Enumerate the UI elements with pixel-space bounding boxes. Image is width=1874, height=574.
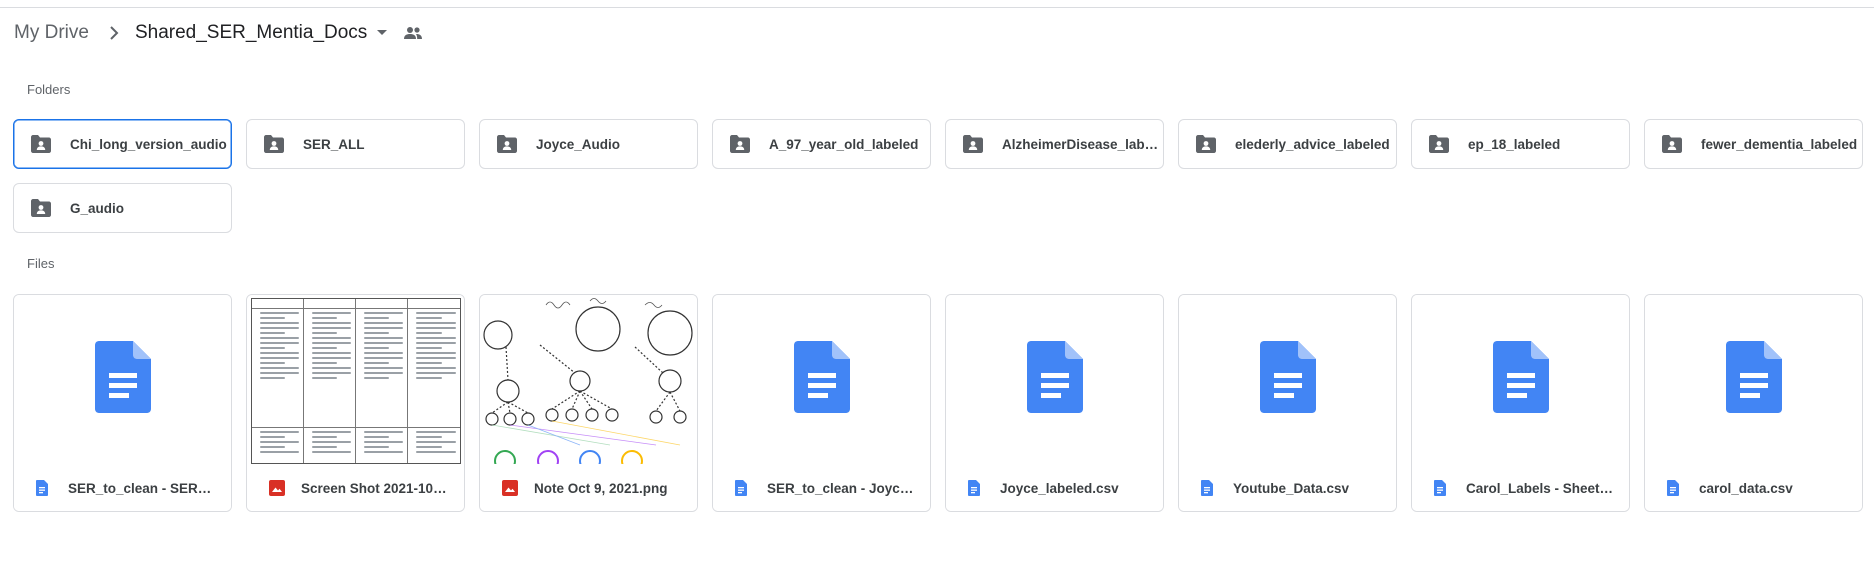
file-footer: Note Oct 9, 2021.png: [480, 464, 697, 511]
file-tile[interactable]: carol_data.csv: [1644, 294, 1863, 512]
google-docs-icon: [1201, 480, 1217, 496]
file-tile[interactable]: Screen Shot 2021-10-09.png: [246, 294, 465, 512]
folder-tile[interactable]: elederly_advice_labeled: [1178, 119, 1397, 169]
folder-tile[interactable]: ep_18_labeled: [1411, 119, 1630, 169]
shared-folder-icon: [496, 133, 522, 155]
file-name: SER_to_clean - SER_to_clean.csv: [68, 480, 218, 496]
breadcrumb: My Drive Shared_SER_Mentia_Docs: [14, 18, 427, 48]
google-docs-icon: [36, 480, 52, 496]
file-name: Youtube_Data.csv: [1233, 480, 1350, 496]
breadcrumb-current-folder[interactable]: Shared_SER_Mentia_Docs: [135, 22, 367, 44]
file-name: Screen Shot 2021-10-09.png: [301, 480, 451, 496]
google-docs-icon: [94, 341, 151, 418]
folder-tile[interactable]: Chi_long_version_audio: [13, 119, 232, 169]
image-icon: [502, 480, 518, 496]
image-icon: [269, 480, 285, 496]
caret-down-icon[interactable]: [371, 21, 393, 45]
folder-name: elederly_advice_labeled: [1235, 136, 1390, 152]
folder-tile[interactable]: G_audio: [13, 183, 232, 233]
shared-folder-icon: [30, 133, 56, 155]
file-thumbnail: [14, 295, 231, 464]
google-docs-icon: [1492, 341, 1549, 418]
shared-folder-icon: [962, 133, 988, 155]
google-docs-icon: [793, 341, 850, 418]
file-tile[interactable]: Joyce_labeled.csv: [945, 294, 1164, 512]
file-tile[interactable]: Carol_Labels - Sheet1.csv: [1411, 294, 1630, 512]
file-footer: Joyce_labeled.csv: [946, 464, 1163, 511]
top-divider: [0, 7, 1874, 8]
google-docs-icon: [1259, 341, 1316, 418]
files-section-title: Files: [27, 256, 55, 271]
shared-folder-icon: [729, 133, 755, 155]
folder-name: ep_18_labeled: [1468, 136, 1561, 152]
folder-name: fewer_dementia_labeled: [1701, 136, 1858, 152]
file-thumbnail: [480, 295, 697, 464]
people-icon[interactable]: [399, 21, 427, 45]
file-name: Carol_Labels - Sheet1.csv: [1466, 480, 1616, 496]
folder-tile[interactable]: fewer_dementia_labeled: [1644, 119, 1863, 169]
shared-folder-icon: [1428, 133, 1454, 155]
file-name: carol_data.csv: [1699, 480, 1793, 496]
file-footer: Screen Shot 2021-10-09.png: [247, 464, 464, 511]
folder-name: G_audio: [70, 200, 125, 216]
file-footer: SER_to_clean - Joyce_labeled.csv: [713, 464, 930, 511]
shared-folder-icon: [30, 197, 56, 219]
file-footer: SER_to_clean - SER_to_clean.csv: [14, 464, 231, 511]
sketch-thumbnail: [483, 298, 693, 464]
file-name: Note Oct 9, 2021.png: [534, 480, 668, 496]
folder-name: SER_ALL: [303, 136, 365, 152]
file-footer: Youtube_Data.csv: [1179, 464, 1396, 511]
google-docs-icon: [735, 480, 751, 496]
folder-tile[interactable]: AlzheimerDisease_labeled: [945, 119, 1164, 169]
chevron-right-icon: [99, 21, 129, 45]
file-tile[interactable]: SER_to_clean - Joyce_labeled.csv: [712, 294, 931, 512]
folder-name: A_97_year_old_labeled: [769, 136, 919, 152]
folder-name: AlzheimerDisease_labeled: [1002, 136, 1162, 152]
file-thumbnail: [1412, 295, 1629, 464]
breadcrumb-my-drive[interactable]: My Drive: [14, 20, 89, 46]
folder-tile[interactable]: SER_ALL: [246, 119, 465, 169]
file-thumbnail: [713, 295, 930, 464]
shared-folder-icon: [263, 133, 289, 155]
shared-folder-icon: [1195, 133, 1221, 155]
folder-tile[interactable]: A_97_year_old_labeled: [712, 119, 931, 169]
file-thumbnail: [1645, 295, 1862, 464]
file-thumbnail: [946, 295, 1163, 464]
google-docs-icon: [1026, 341, 1083, 418]
folders-section-title: Folders: [27, 82, 71, 97]
file-thumbnail: [247, 295, 464, 464]
file-tile[interactable]: Youtube_Data.csv: [1178, 294, 1397, 512]
file-footer: carol_data.csv: [1645, 464, 1862, 511]
google-docs-icon: [1434, 480, 1450, 496]
table-thumbnail: [251, 298, 461, 464]
file-tile[interactable]: Note Oct 9, 2021.png: [479, 294, 698, 512]
google-docs-icon: [1725, 341, 1782, 418]
file-tile[interactable]: SER_to_clean - SER_to_clean.csv: [13, 294, 232, 512]
folder-name: Joyce_Audio: [536, 136, 621, 152]
file-name: SER_to_clean - Joyce_labeled.csv: [767, 480, 917, 496]
folder-tile[interactable]: Joyce_Audio: [479, 119, 698, 169]
google-docs-icon: [1667, 480, 1683, 496]
folder-name: Chi_long_version_audio: [70, 136, 227, 152]
file-footer: Carol_Labels - Sheet1.csv: [1412, 464, 1629, 511]
file-thumbnail: [1179, 295, 1396, 464]
google-docs-icon: [968, 480, 984, 496]
file-name: Joyce_labeled.csv: [1000, 480, 1119, 496]
shared-folder-icon: [1661, 133, 1687, 155]
